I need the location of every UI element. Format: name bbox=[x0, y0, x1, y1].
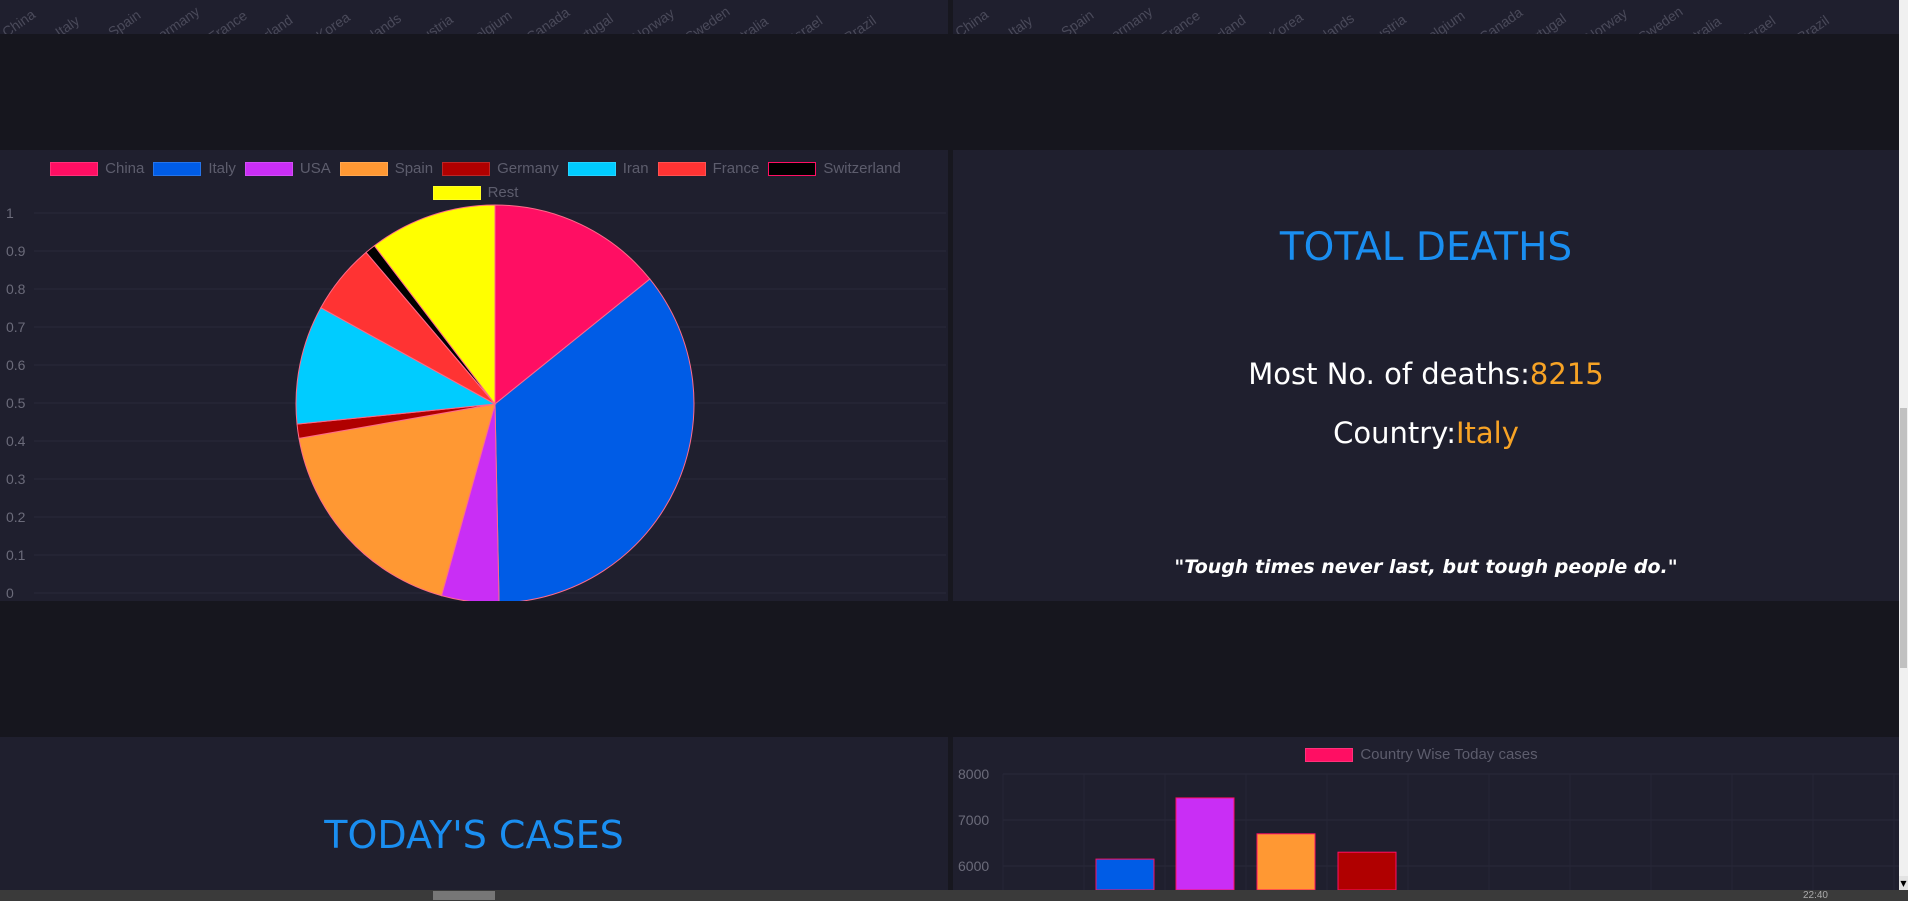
horizontal-scrollbar-thumb[interactable] bbox=[433, 891, 495, 900]
country-line: Country:Italy bbox=[953, 416, 1899, 450]
bar-y-tick-label: 6000 bbox=[958, 858, 989, 874]
section-gap bbox=[0, 34, 1908, 150]
bar[interactable] bbox=[1095, 858, 1155, 890]
country-label: Country: bbox=[1333, 416, 1456, 450]
bar[interactable] bbox=[1256, 833, 1316, 890]
todays-cases-title: TODAY'S CASES bbox=[324, 813, 624, 857]
top-right-chart-panel: ChinaItalySpainGermanyFranceSwitzerlandS… bbox=[952, 0, 1899, 66]
bar-y-tick-label: 8000 bbox=[958, 766, 989, 782]
most-deaths-value: 8215 bbox=[1529, 357, 1604, 391]
clock-time: 22:40 bbox=[1802, 890, 1828, 901]
most-deaths-line: Most No. of deaths:8215 bbox=[953, 357, 1899, 391]
today-bar-chart: 8000 7000 6000 bbox=[958, 766, 1899, 890]
bar-y-tick-label: 7000 bbox=[958, 812, 989, 828]
horizontal-scrollbar[interactable] bbox=[0, 890, 1908, 901]
top-left-chart-panel: ChinaItalySpainGermanyFranceSwitzerlandS… bbox=[0, 0, 948, 66]
bar[interactable] bbox=[1337, 851, 1397, 890]
deaths-pie-chart bbox=[34, 204, 946, 601]
vertical-scrollbar-thumb[interactable] bbox=[1900, 408, 1907, 668]
today-bar-panel: Country Wise Today cases 8000 7000 6000 bbox=[953, 737, 1899, 890]
section-gap-2 bbox=[0, 601, 1908, 737]
bar[interactable] bbox=[1175, 797, 1235, 890]
country-value: Italy bbox=[1455, 416, 1519, 450]
total-deaths-title: TOTAL DEATHS bbox=[1279, 225, 1573, 270]
scroll-down-arrow-icon[interactable]: ▼ bbox=[1899, 876, 1908, 890]
most-deaths-label: Most No. of deaths: bbox=[1248, 357, 1530, 391]
deaths-pie-panel: China Italy USA Spain Germany Iran France Switz… bbox=[0, 150, 948, 601]
vertical-scrollbar[interactable]: ▼ bbox=[1899, 0, 1908, 890]
motivational-quote: "Tough times never last, but tough peopl… bbox=[1174, 556, 1678, 578]
